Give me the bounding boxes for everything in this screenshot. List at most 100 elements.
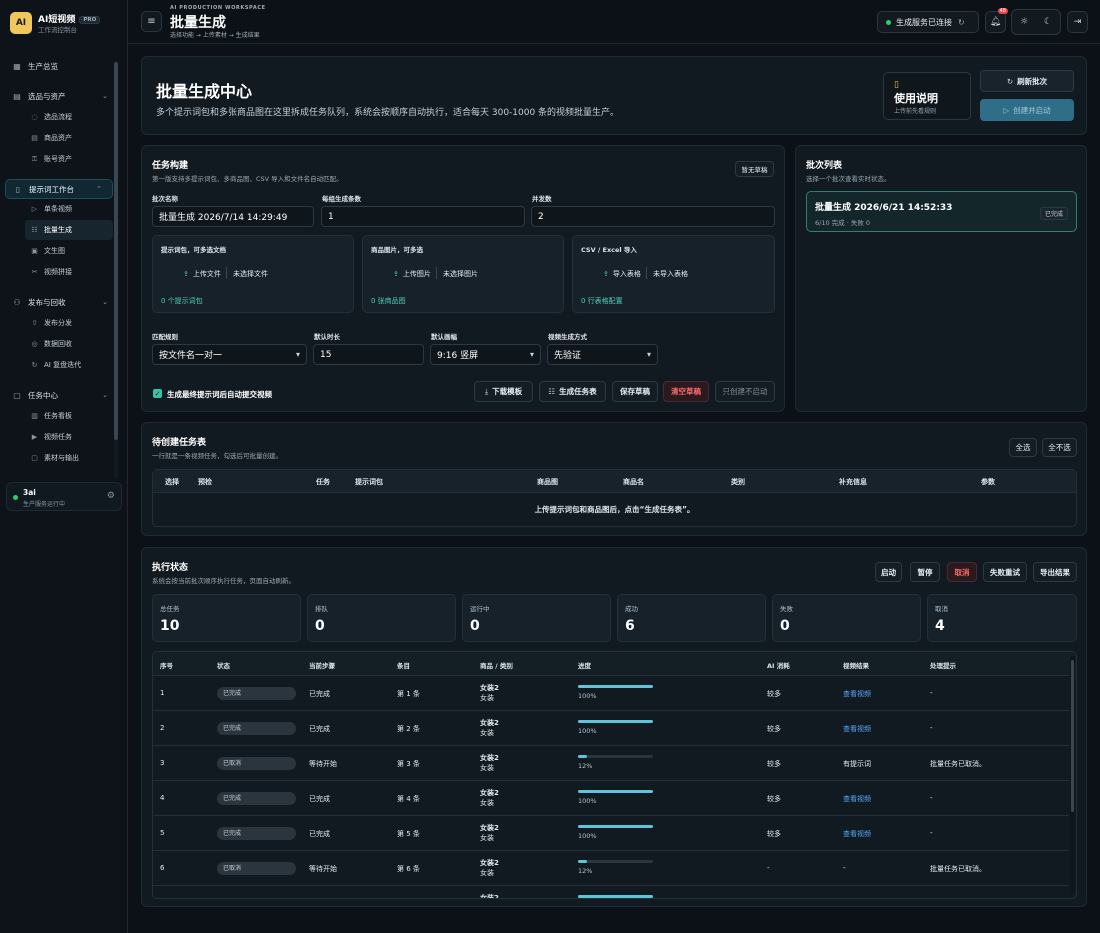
sidebar-group-0[interactable]: ▦ 生产总览	[0, 56, 118, 76]
cell-step: 等待开始	[309, 760, 337, 768]
stat-running: 运行中 0	[462, 594, 611, 642]
create-only-button[interactable]: 只创建不启动	[715, 381, 775, 402]
refresh-batch-button[interactable]: ↻ 刷新批次	[980, 70, 1074, 92]
table-row[interactable]: 6 等待开始 第 6 条 女装2 女装 - - 批量任务已取消。 已取消 12%	[153, 851, 1069, 886]
clear-draft-button[interactable]: 清空草稿	[663, 381, 709, 402]
sidebar-item-8[interactable]: ▷ 单条视频	[0, 199, 118, 219]
table-row[interactable]: 2 已完成 第 2 条 女装2 女装 较多 查看视频 - 已完成 100%	[153, 711, 1069, 746]
sidebar-item-4[interactable]: ▤ 商品资产	[0, 128, 118, 148]
sidebar-item-21[interactable]: ▢ 素材与输出	[0, 448, 118, 468]
image-upload-box[interactable]: 商品图片，可多选 ⇪ 上传图片 未选择图片 0 张商品图	[362, 235, 564, 313]
task-build-subtitle: 第一版支持多提示词包、多商品图、CSV 导入和文件名自动匹配。	[152, 175, 343, 183]
select-all-button[interactable]: 全选	[1009, 438, 1037, 457]
sidebar-item-5[interactable]: ⚿ 账号资产	[0, 149, 118, 169]
view-video-link[interactable]: 查看视频	[843, 829, 871, 839]
create-start-button[interactable]: ▷ 创建并启动	[980, 99, 1074, 121]
sidebar-group-13[interactable]: ⚇ 发布与回收 ⌄	[0, 292, 118, 312]
pending-title: 待创建任务表	[152, 438, 207, 448]
progress-label: 12%	[578, 867, 593, 875]
download-template-button[interactable]: ⤓ 下载模板	[474, 381, 533, 402]
hero-description: 多个提示词包和多张商品图在这里拆成任务队列，系统会按顺序自动执行，适合每天 30…	[156, 108, 620, 118]
service-status-button[interactable]: 生成服务已连接 ↻	[877, 11, 979, 33]
guide-card[interactable]: ▯ 使用说明 上传前先看规则	[883, 72, 971, 120]
cancel-button[interactable]: 取消	[947, 562, 977, 582]
sun-icon[interactable]: ☼	[1020, 17, 1028, 27]
duration-input[interactable]: 15	[313, 344, 424, 365]
sidebar-item-20[interactable]: ▶ 视频任务	[0, 427, 118, 447]
match-rule-select[interactable]: 按文件名一对一	[152, 344, 307, 365]
list-icon: ☷	[31, 226, 38, 234]
col-header: 商品 / 类别	[480, 662, 513, 670]
status-dot	[886, 19, 891, 25]
batch-item[interactable]: 批量生成 2026/6/21 14:52:33 6/10 完成 · 失败 0 已…	[806, 191, 1077, 232]
concurrency-input[interactable]: 2	[531, 206, 775, 227]
draft-status-tag[interactable]: 暂无草稿	[735, 161, 774, 177]
sidebar-scroll-thumb[interactable]	[114, 62, 118, 440]
save-draft-button[interactable]: 保存草稿	[612, 381, 658, 402]
theme-switch[interactable]: ☼ ☾	[1011, 9, 1061, 35]
sidebar-group-2[interactable]: ▤ 选品与资产 ⌄	[0, 86, 118, 106]
prompt-upload-box[interactable]: 提示词包，可多选文档 ⇪ 上传文件 未选择文件 0 个提示词包	[152, 235, 354, 313]
table-row[interactable]: 女装2	[153, 886, 1069, 898]
cell-item: 第 6 条	[397, 865, 420, 873]
table-row[interactable]: 1 已完成 第 1 条 女装2 女装 较多 查看视频 - 已完成 100%	[153, 676, 1069, 711]
per-group-input[interactable]: 1	[321, 206, 525, 227]
view-video-link[interactable]: 查看视频	[843, 794, 871, 804]
auto-submit-label: 生成最终提示词后自动提交视频	[167, 390, 272, 399]
sidebar-item-9[interactable]: ☷ 批量生成	[25, 220, 113, 240]
sidebar-group-7[interactable]: ▯ 提示词工作台 ⌃	[5, 179, 113, 199]
task-build-card: 任务构建 第一版支持多提示词包、多商品图、CSV 导入和文件名自动匹配。 暂无草…	[141, 145, 785, 412]
progress-bar	[578, 685, 653, 688]
upload-file-button[interactable]: ⇪ 上传文件	[183, 269, 221, 279]
sidebar-group-18[interactable]: ▢ 任务中心 ⌄	[0, 385, 118, 405]
sidebar-item-label: 数据回收	[44, 340, 72, 348]
notification-badge: 48	[997, 8, 1008, 14]
table-row[interactable]: 3 等待开始 第 3 条 女装2 女装 较多 有提示词 批量任务已取消。 已取消 12%	[153, 746, 1069, 781]
generate-task-table-button[interactable]: ☷ 生成任务表	[539, 381, 606, 402]
stat-queued: 排队 0	[307, 594, 456, 642]
table-row[interactable]: 5 已完成 第 5 条 女装2 女装 较多 查看视频 - 已完成 100%	[153, 816, 1069, 851]
ratio-select[interactable]: 9:16 竖屏	[430, 344, 541, 365]
view-video-link[interactable]: 查看视频	[843, 724, 871, 734]
batch-name-input[interactable]: 批量生成 2026/7/14 14:29:49	[152, 206, 314, 227]
menu-toggle-button[interactable]: ≡	[141, 11, 162, 32]
moon-icon[interactable]: ☾	[1044, 17, 1052, 27]
sidebar-item-11[interactable]: ✂ 视频拼接	[0, 262, 118, 282]
view-video-link[interactable]: 查看视频	[843, 689, 871, 699]
gear-icon[interactable]: ⚙	[107, 491, 115, 501]
progress-label: 100%	[578, 797, 597, 805]
table-row[interactable]: 4 已完成 第 4 条 女装2 女装 较多 查看视频 - 已完成 100%	[153, 781, 1069, 816]
auto-submit-checkbox[interactable]: ✓	[153, 389, 162, 398]
bell-icon: 🔔︎	[989, 17, 1002, 27]
sidebar-nav: ▦ 生产总览 ▤ 选品与资产 ⌄ ◌ 选品流程 ▤ 商品资产 ⚿ 账号资产 ▯ 提示词工作台 ⌃ ▷ 单条视频…	[0, 56, 118, 469]
notification-button[interactable]: 🔔︎ 48	[985, 8, 1008, 33]
col-header: 序号	[160, 662, 173, 670]
csv-import-box[interactable]: CSV / Excel 导入 ⇪ 导入表格 未导入表格 0 行表格配置	[572, 235, 775, 313]
logout-button[interactable]: ⇥	[1067, 11, 1088, 33]
sidebar-item-19[interactable]: ▥ 任务看板	[0, 406, 118, 426]
pending-subtitle: 一行就是一条视频任务，勾选后可批量创建。	[152, 452, 282, 460]
import-table-button[interactable]: ⇪ 导入表格	[603, 269, 641, 279]
progress-bar	[578, 790, 653, 793]
sidebar-item-15[interactable]: ◎ 数据回收	[0, 334, 118, 354]
table-scroll-thumb[interactable]	[1071, 660, 1074, 812]
cell-cat: 女装	[480, 799, 494, 807]
cell-cost: -	[767, 864, 770, 872]
export-results-button[interactable]: 导出结果	[1033, 562, 1077, 582]
retry-failed-button[interactable]: 失败重试	[983, 562, 1027, 582]
cell-result: -	[843, 864, 846, 872]
select-none-button[interactable]: 全不选	[1042, 438, 1077, 457]
play-icon: ▷	[31, 205, 38, 213]
sidebar-item-label: 批量生成	[44, 226, 72, 234]
sidebar-item-16[interactable]: ↻ AI 复盘迭代	[0, 355, 118, 375]
user-card[interactable]: 3ai 生产服务运行中 ⚙	[6, 482, 122, 511]
stat-label: 成功	[625, 605, 638, 613]
sidebar-item-10[interactable]: ▣ 文生图	[0, 241, 118, 261]
start-button[interactable]: 启动	[875, 562, 902, 582]
sidebar-item-14[interactable]: ⇧ 发布分发	[0, 313, 118, 333]
sidebar-item-3[interactable]: ◌ 选品流程	[0, 107, 118, 127]
mode-select[interactable]: 先验证	[547, 344, 658, 365]
table-scrollbar[interactable]	[1070, 656, 1075, 894]
pause-button[interactable]: 暂停	[910, 562, 940, 582]
upload-image-button[interactable]: ⇪ 上传图片	[393, 269, 431, 279]
